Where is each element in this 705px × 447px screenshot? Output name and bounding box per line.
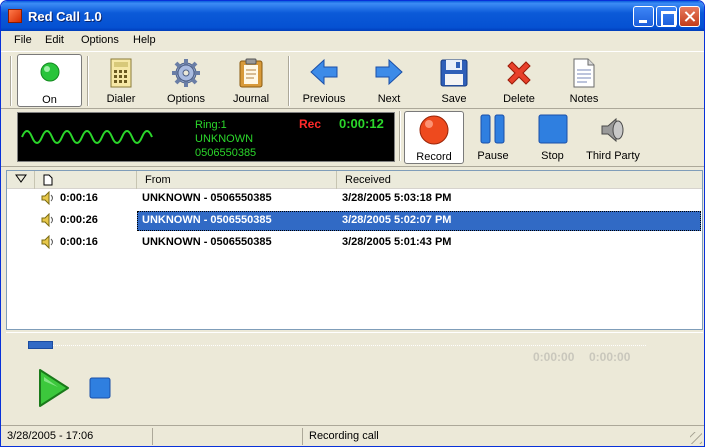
dialer-icon (110, 58, 132, 88)
arrow-right-icon (375, 58, 403, 86)
toolbar-separator (288, 56, 290, 106)
minimize-button[interactable] (633, 6, 654, 27)
toolbar-separator (399, 111, 401, 161)
speaker-icon (601, 117, 624, 143)
status-datetime: 3/28/2005 - 17:06 (3, 428, 153, 445)
next-label: Next (377, 93, 401, 105)
delete-button[interactable]: Delete (489, 54, 549, 107)
app-window: Red Call 1.0 File Edit Options Help On D… (0, 0, 705, 447)
row-duration: 0:00:16 (60, 236, 98, 248)
third-party-button[interactable]: Third Party (583, 111, 643, 164)
menu-help[interactable]: Help (133, 34, 156, 46)
page-icon (43, 174, 53, 186)
record-label: Record (416, 151, 452, 163)
row-from: UNKNOWN - 0506550385 (142, 236, 272, 248)
save-button[interactable]: Save (424, 54, 484, 107)
table-row-selected[interactable]: 0:00:26 UNKNOWN - 0506550385 3/28/2005 5… (7, 210, 702, 232)
caller-name: UNKNOWN (195, 133, 254, 145)
row-from: UNKNOWN - 0506550385 (142, 214, 272, 226)
status-panel-2 (153, 428, 303, 445)
stop-button[interactable]: Stop (525, 111, 580, 164)
playback-progress[interactable] (28, 341, 53, 349)
column-sort[interactable] (7, 171, 35, 189)
stop-label: Stop (541, 150, 564, 162)
dialer-button[interactable]: Dialer (91, 54, 151, 107)
stop-icon (538, 114, 567, 144)
floppy-disk-icon (440, 59, 468, 87)
previous-label: Previous (302, 93, 346, 105)
close-button[interactable] (679, 6, 700, 27)
status-bar: 3/28/2005 - 17:06 Recording call (1, 425, 704, 446)
playback-panel: 0:00:00 0:00:00 (6, 332, 703, 421)
row-from: UNKNOWN - 0506550385 (142, 192, 272, 204)
rec-indicator: Rec (299, 117, 322, 131)
clipboard-icon (239, 58, 263, 88)
speaker-small-icon (41, 213, 53, 227)
notes-label: Notes (569, 93, 599, 105)
table-row[interactable]: 0:00:16 UNKNOWN - 0506550385 3/28/2005 5… (7, 188, 702, 210)
rec-timer: 0:00:12 (339, 116, 384, 131)
notes-button[interactable]: Notes (554, 54, 614, 107)
green-led-icon (40, 62, 59, 82)
options-button[interactable]: Options (156, 54, 216, 107)
playback-track[interactable] (28, 345, 646, 346)
journal-label: Journal (232, 93, 270, 105)
pause-icon (480, 114, 505, 144)
third-party-label: Third Party (586, 150, 640, 162)
menu-file[interactable]: File (14, 34, 32, 46)
next-button[interactable]: Next (359, 54, 419, 107)
row-received: 3/28/2005 5:03:18 PM (342, 192, 452, 204)
row-duration: 0:00:26 (60, 214, 98, 226)
table-row[interactable]: 0:00:16 UNKNOWN - 0506550385 3/28/2005 5… (7, 232, 702, 254)
toolbar-separator (87, 56, 89, 106)
save-label: Save (441, 93, 467, 105)
delete-label: Delete (503, 93, 535, 105)
record-icon (419, 115, 449, 145)
row-duration: 0:00:16 (60, 192, 98, 204)
gear-icon (172, 59, 200, 87)
journal-button[interactable]: Journal (221, 54, 281, 107)
app-icon[interactable] (8, 9, 22, 23)
waveform-icon (21, 130, 153, 144)
elapsed-time: 0:00:00 (533, 350, 575, 364)
main-toolbar: On Dialer Options Journal Previous Next … (1, 51, 704, 109)
resize-grip[interactable] (690, 432, 702, 444)
row-received: 3/28/2005 5:01:43 PM (342, 236, 452, 248)
previous-button[interactable]: Previous (294, 54, 354, 107)
column-notes[interactable] (35, 171, 137, 189)
play-icon[interactable] (36, 367, 72, 409)
call-list[interactable]: From Received 0:00:16 UNKNOWN - 05065503… (6, 170, 703, 330)
menu-bar: File Edit Options Help (1, 31, 704, 51)
delete-x-icon (507, 61, 531, 85)
column-received[interactable]: Received (337, 171, 702, 189)
dialer-label: Dialer (106, 93, 136, 105)
status-message: Recording call (309, 430, 379, 442)
record-button[interactable]: Record (404, 111, 464, 164)
row-received: 3/28/2005 5:02:07 PM (342, 214, 452, 226)
ring-count: Ring:1 (195, 119, 227, 131)
maximize-button[interactable] (656, 6, 677, 27)
toolbar-grip (10, 56, 12, 106)
call-display: Ring:1 UNKNOWN 0506550385 Rec 0:00:12 (17, 112, 395, 162)
title-bar[interactable]: Red Call 1.0 (1, 1, 704, 31)
speaker-small-icon (41, 235, 53, 249)
window-title: Red Call 1.0 (28, 9, 102, 24)
menu-options[interactable]: Options (81, 34, 119, 46)
options-label: Options (167, 93, 205, 105)
menu-edit[interactable]: Edit (45, 34, 64, 46)
pause-button[interactable]: Pause (467, 111, 519, 164)
stop-playback-icon[interactable] (88, 376, 112, 400)
speaker-small-icon (41, 191, 53, 205)
pause-label: Pause (477, 150, 509, 162)
sort-arrow-icon (15, 174, 27, 183)
on-button[interactable]: On (17, 54, 82, 107)
call-panel: Ring:1 UNKNOWN 0506550385 Rec 0:00:12 Re… (1, 109, 704, 167)
list-header: From Received (7, 171, 702, 189)
total-time: 0:00:00 (589, 350, 631, 364)
caller-number: 0506550385 (195, 147, 257, 159)
notes-page-icon (573, 58, 595, 88)
column-from[interactable]: From (137, 171, 337, 189)
on-label: On (42, 94, 57, 106)
arrow-left-icon (310, 58, 338, 86)
